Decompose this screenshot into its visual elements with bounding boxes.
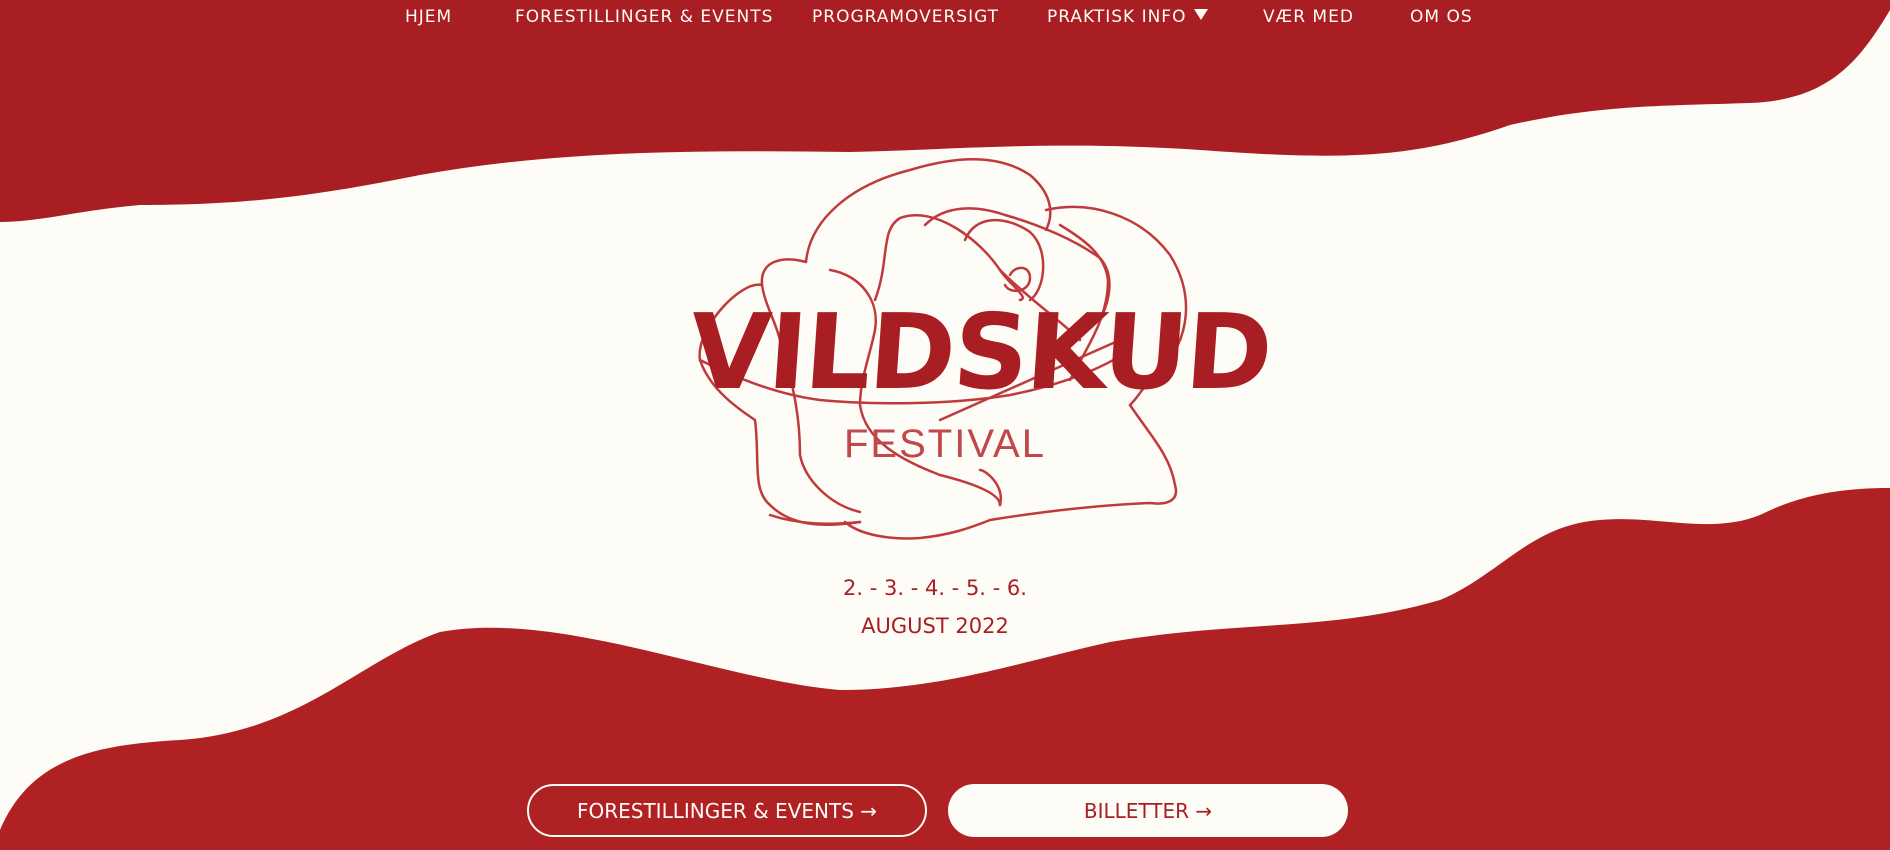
nav-item-programoversigt[interactable]: PROGRAMOVERSIGT	[812, 7, 999, 27]
caret-down-icon	[1194, 9, 1209, 20]
nav-item-vaer-med[interactable]: VÆR MED	[1263, 7, 1354, 27]
forestillinger-events-button[interactable]: FORESTILLINGER & EVENTS →	[527, 784, 927, 837]
nav-item-om-os[interactable]: OM OS	[1410, 7, 1473, 27]
billetter-button[interactable]: BILLETTER →	[948, 784, 1348, 837]
festival-logo-title: VILDSKUD	[685, 291, 1275, 413]
festival-dates-month: AUGUST 2022	[861, 614, 1009, 638]
top-navigation: HJEM FORESTILLINGER & EVENTS PROGRAMOVER…	[0, 0, 1890, 34]
nav-item-praktisk-info[interactable]: PRAKTISK INFO	[1047, 7, 1209, 27]
nav-item-praktisk-info-label: PRAKTISK INFO	[1047, 7, 1187, 27]
nav-item-forestillinger-events[interactable]: FORESTILLINGER & EVENTS	[515, 7, 773, 27]
festival-dates-days: 2. - 3. - 4. - 5. - 6.	[843, 576, 1027, 600]
nav-item-hjem[interactable]: HJEM	[405, 7, 452, 27]
festival-logo-subtitle: FESTIVAL	[844, 422, 1046, 466]
